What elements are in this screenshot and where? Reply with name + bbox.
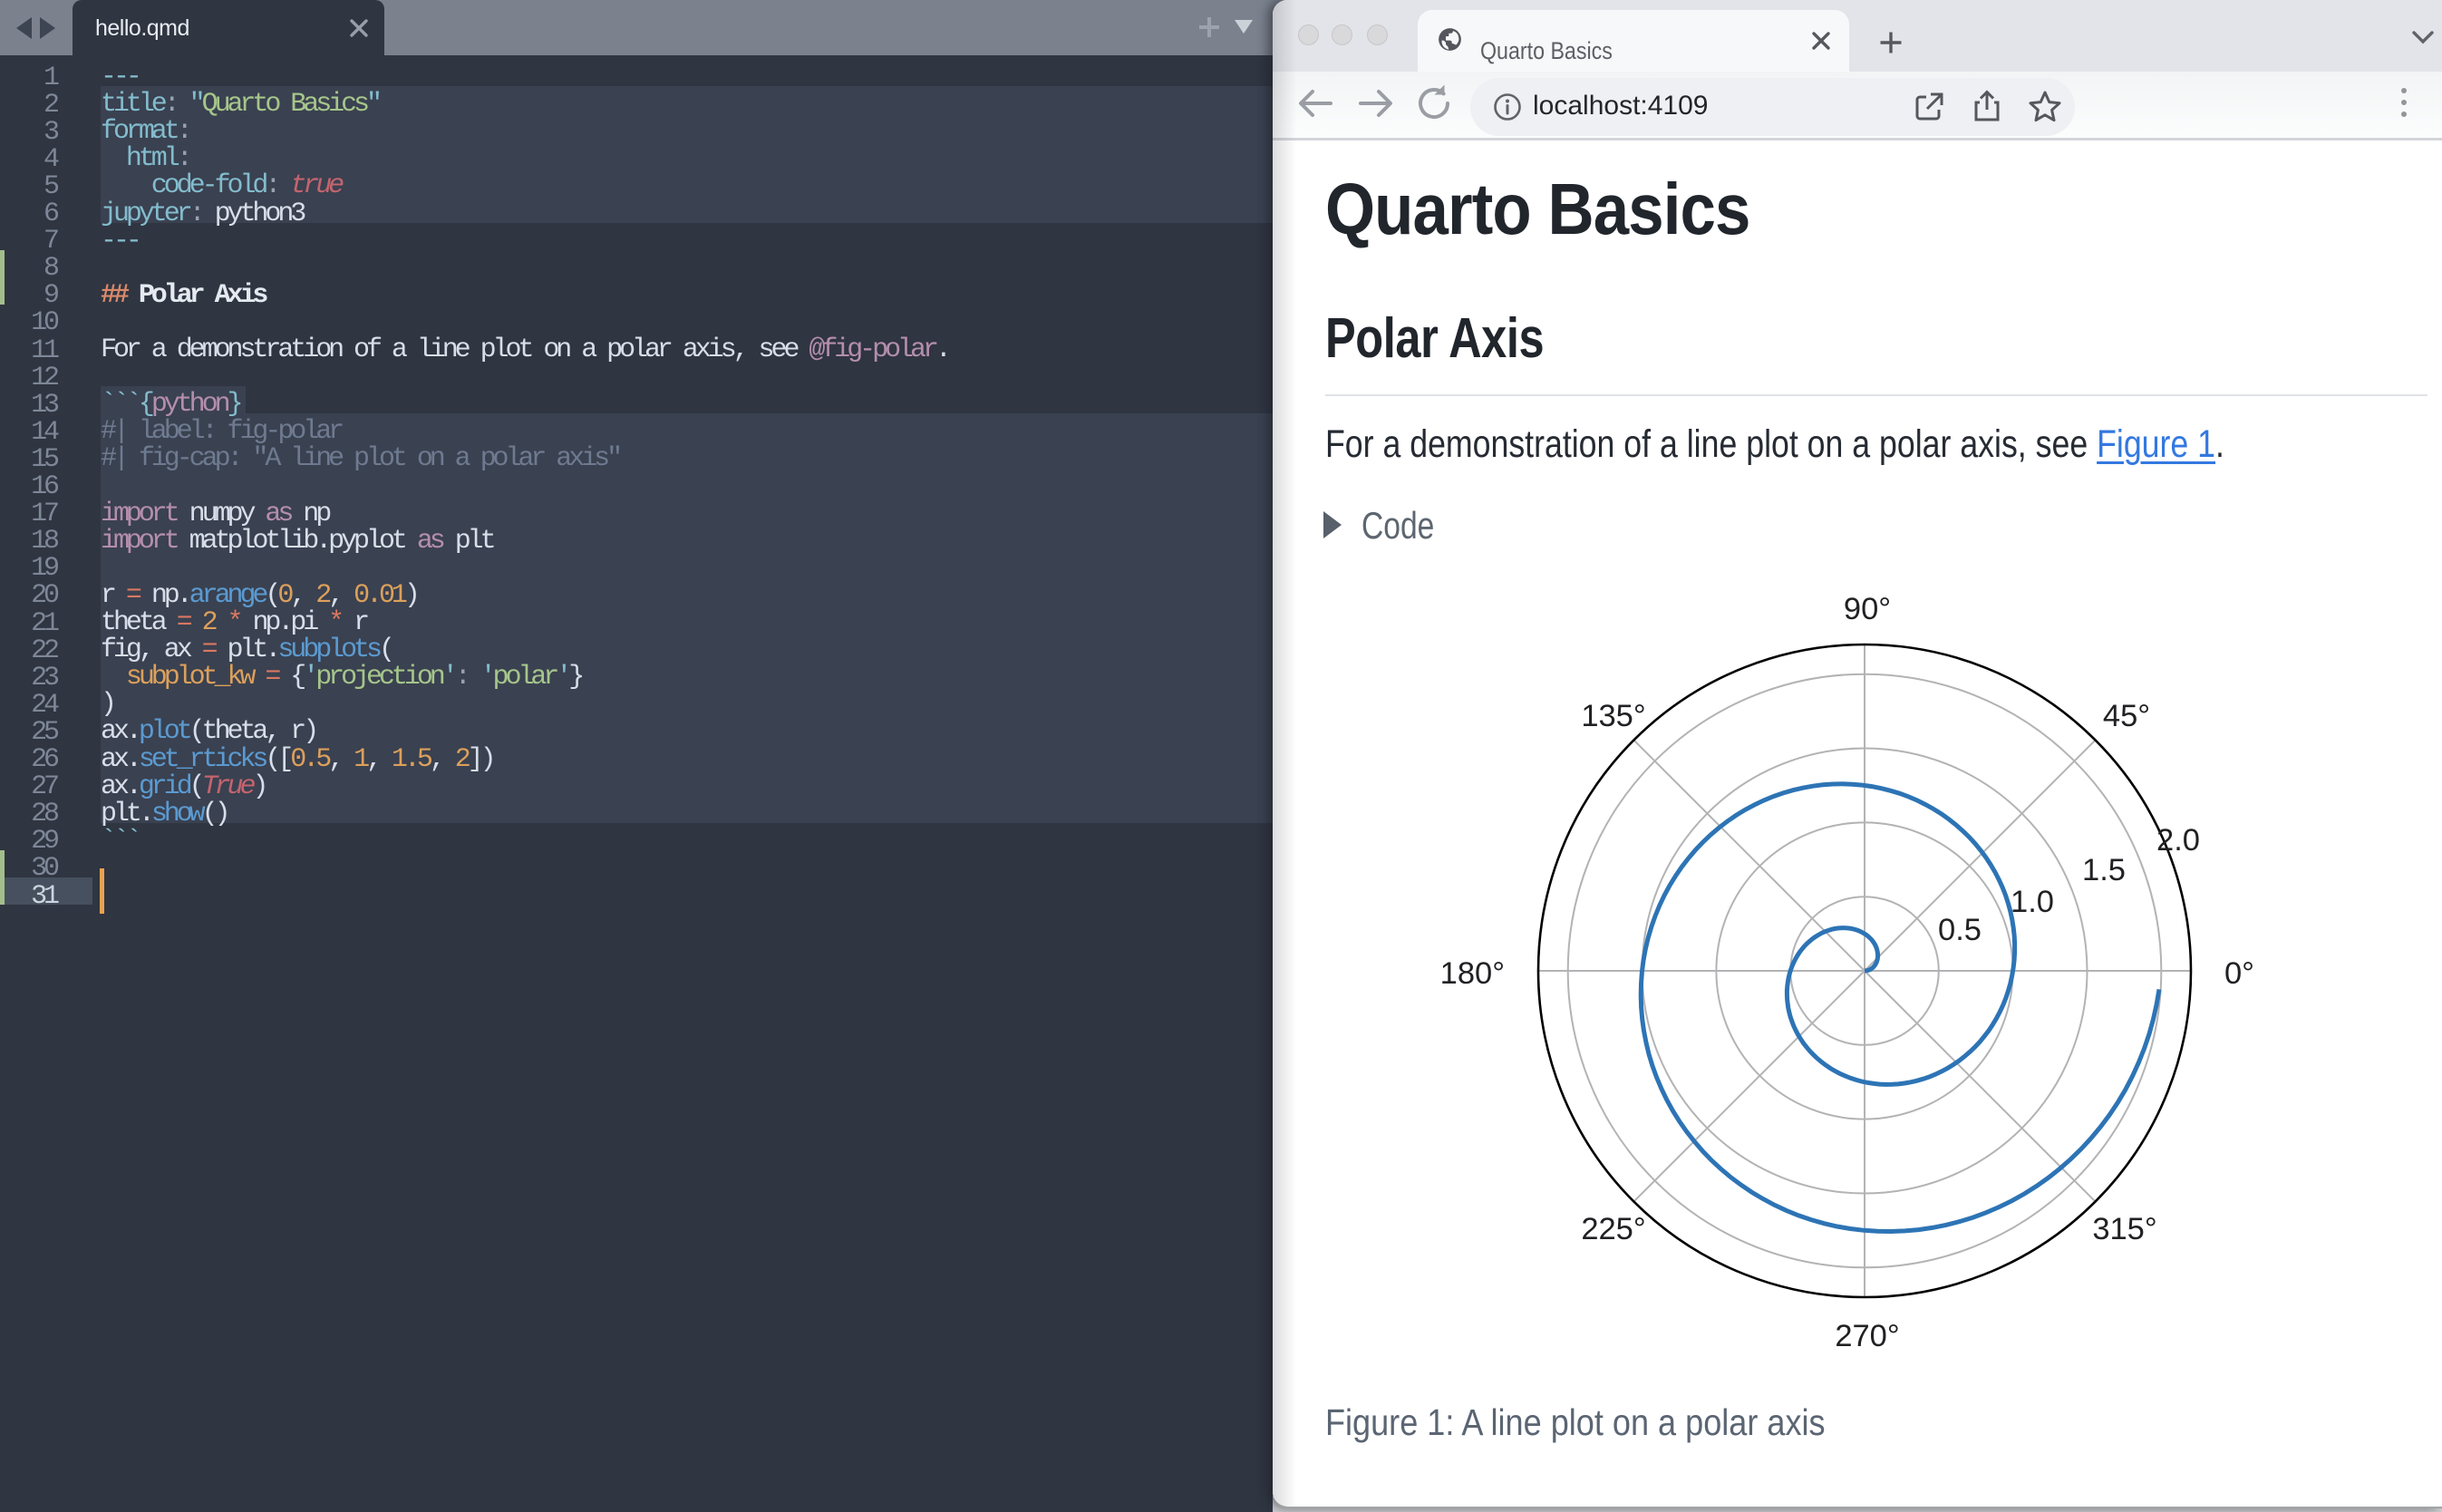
svg-text:270°: 270° (1835, 1319, 1899, 1353)
svg-text:45°: 45° (2103, 699, 2150, 733)
svg-text:315°: 315° (2092, 1212, 2156, 1246)
svg-text:180°: 180° (1440, 956, 1505, 991)
svg-text:1.0: 1.0 (2011, 885, 2054, 919)
svg-text:1.5: 1.5 (2082, 853, 2126, 887)
svg-text:2.0: 2.0 (2156, 823, 2200, 858)
svg-text:90°: 90° (1844, 592, 1891, 626)
svg-text:0.5: 0.5 (1938, 913, 1982, 947)
svg-text:0°: 0° (2224, 956, 2254, 991)
svg-text:135°: 135° (1581, 699, 1645, 733)
svg-text:225°: 225° (1581, 1212, 1645, 1246)
